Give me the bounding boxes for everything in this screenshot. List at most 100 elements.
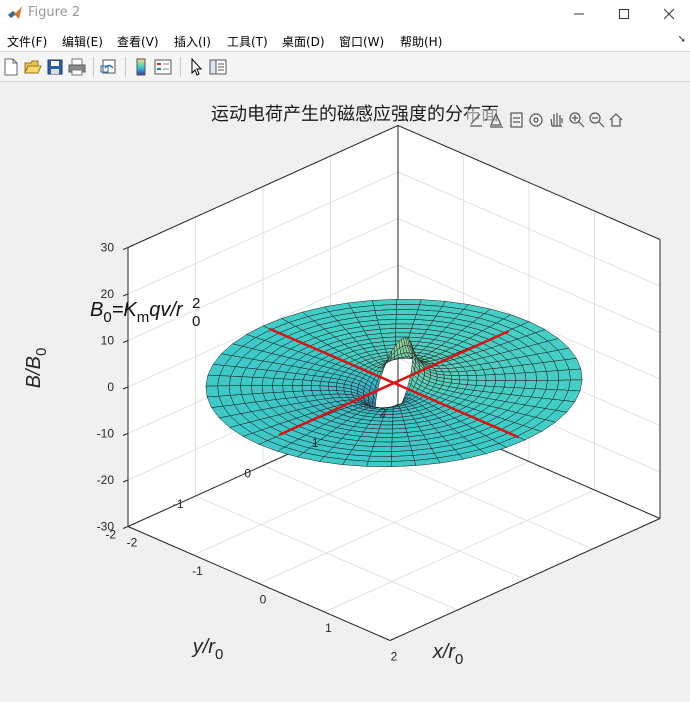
print-icon[interactable] <box>68 58 86 76</box>
surface-patch <box>369 451 392 457</box>
open-file-icon[interactable] <box>24 58 42 76</box>
surface-patch <box>568 368 583 381</box>
surface-patch <box>372 441 393 448</box>
surface-patch <box>301 379 313 386</box>
surface-patch <box>375 432 393 438</box>
surface-patch <box>396 309 419 315</box>
y-tick-label: 2 <box>379 406 386 420</box>
close-button[interactable] <box>646 0 690 28</box>
surface-patch <box>282 385 294 393</box>
menu-desktop[interactable]: 桌面(D) <box>282 33 325 50</box>
surface-patch <box>251 377 264 386</box>
menu-help[interactable]: 帮助(H) <box>400 33 442 50</box>
surface-patch <box>328 385 337 391</box>
brush-icon[interactable] <box>467 110 485 128</box>
surface-patch <box>240 376 254 386</box>
surface-plot-axes[interactable]: 3020100-10-20-30-2-1012-2-1012B/B0x/r0y/… <box>0 83 690 702</box>
figure-canvas: 30 20 10 0 -10 -20 -30 -2 -1 0 1 2 -2 -1 0 1 2 B/B0 x/r0 y/… <box>0 83 690 702</box>
surface-patch <box>366 461 392 467</box>
surface-patch <box>535 371 548 381</box>
zoom-in-icon[interactable] <box>567 110 585 128</box>
menu-file[interactable]: 文件(F) <box>7 33 47 50</box>
menu-overflow-arrow-icon[interactable]: ➘ <box>678 34 686 45</box>
y-tick-label: -2 <box>105 528 116 542</box>
surface-patch <box>467 375 478 381</box>
property-inspector-icon[interactable] <box>209 58 227 76</box>
surface-patch <box>459 375 469 381</box>
surface-patch <box>484 380 496 387</box>
surface-patch <box>395 328 413 334</box>
surface-patch <box>319 381 330 387</box>
minimize-button[interactable] <box>556 0 602 28</box>
data-tips-icon[interactable] <box>487 110 505 128</box>
annotation-part: m <box>137 309 150 326</box>
x-axis-label-base: x/r <box>432 641 457 663</box>
z-tick-label: -10 <box>97 427 115 441</box>
surface-patch <box>395 318 416 325</box>
figure-toolbar <box>0 52 690 82</box>
menu-bar: 文件(F) 编辑(E) 查看(V) 插入(I) 工具(T) 桌面(D) 窗口(W… <box>0 28 690 52</box>
save-icon[interactable] <box>46 58 64 76</box>
surface-patch <box>261 377 274 386</box>
surface-patch <box>524 380 537 389</box>
surface-patch <box>371 446 393 452</box>
surface-patch <box>390 460 417 467</box>
menu-window[interactable]: 窗口(W) <box>339 33 384 50</box>
menu-insert[interactable]: 插入(I) <box>174 33 211 50</box>
surface-patch <box>396 304 420 311</box>
z-tick <box>122 386 129 390</box>
z-tick-label: 30 <box>101 241 115 255</box>
surface-patch <box>494 380 506 388</box>
y-tick-label: 1 <box>312 436 319 450</box>
figure-window: Figure 2 文件(F) 编辑(E) 查看(V) 插入(I) 工具(T) 桌… <box>0 0 690 702</box>
surface-patch <box>217 385 231 397</box>
z-tick <box>122 340 129 343</box>
x-tick-label: -2 <box>127 536 138 550</box>
title-bar: Figure 2 <box>0 0 690 28</box>
surface-patch <box>228 385 242 396</box>
surface-patch <box>494 373 506 381</box>
axes-toolbar-button-bg <box>607 110 625 128</box>
toolbar-separator <box>125 57 126 77</box>
surface-patch <box>395 323 414 329</box>
menu-tools[interactable]: 工具(T) <box>227 33 268 50</box>
insert-legend-icon[interactable] <box>154 58 172 76</box>
rotate-3d-icon[interactable] <box>527 110 545 128</box>
surface-patch <box>378 424 393 430</box>
matlab-logo-icon <box>8 6 22 19</box>
surface-patch <box>556 379 571 391</box>
surface-patch <box>217 375 232 387</box>
zoom-out-icon[interactable] <box>587 110 605 128</box>
z-tick-label: 0 <box>107 380 114 394</box>
window-title: Figure 2 <box>28 5 81 20</box>
pan-hand-icon[interactable] <box>547 110 565 128</box>
menu-edit[interactable]: 编辑(E) <box>62 33 103 50</box>
plot-title: 运动电荷产生的磁感应强度的分布面 <box>211 104 499 125</box>
surface-patch <box>485 374 496 381</box>
surface-patch <box>377 428 393 434</box>
home-icon[interactable] <box>607 110 625 128</box>
annotation-subscript: 0 <box>192 313 200 330</box>
export-icon[interactable] <box>507 110 525 128</box>
annotation-part: 0 <box>103 309 111 326</box>
new-figure-icon[interactable] <box>2 58 20 76</box>
surface-patch <box>514 372 527 381</box>
link-plot-icon[interactable] <box>100 58 118 76</box>
annotation-part: =K <box>112 299 139 321</box>
toolbar-separator <box>180 57 181 77</box>
maximize-icon <box>619 9 629 19</box>
z-tick <box>122 433 129 436</box>
y-axis-label-base: y/r <box>191 636 217 658</box>
menu-view[interactable]: 查看(V) <box>117 33 159 50</box>
surface-patch <box>310 380 321 387</box>
x-axis-label: x/r0 <box>432 641 464 668</box>
edit-plot-cursor-icon[interactable] <box>187 58 205 76</box>
maximize-button[interactable] <box>601 0 647 28</box>
surface-patch <box>292 385 303 392</box>
annotation-superscript: 2 <box>192 295 200 312</box>
surface-patch <box>205 374 220 387</box>
z-tick <box>122 479 129 483</box>
insert-colorbar-icon[interactable] <box>132 58 150 76</box>
close-icon <box>663 8 675 20</box>
surface-patch <box>504 380 516 388</box>
